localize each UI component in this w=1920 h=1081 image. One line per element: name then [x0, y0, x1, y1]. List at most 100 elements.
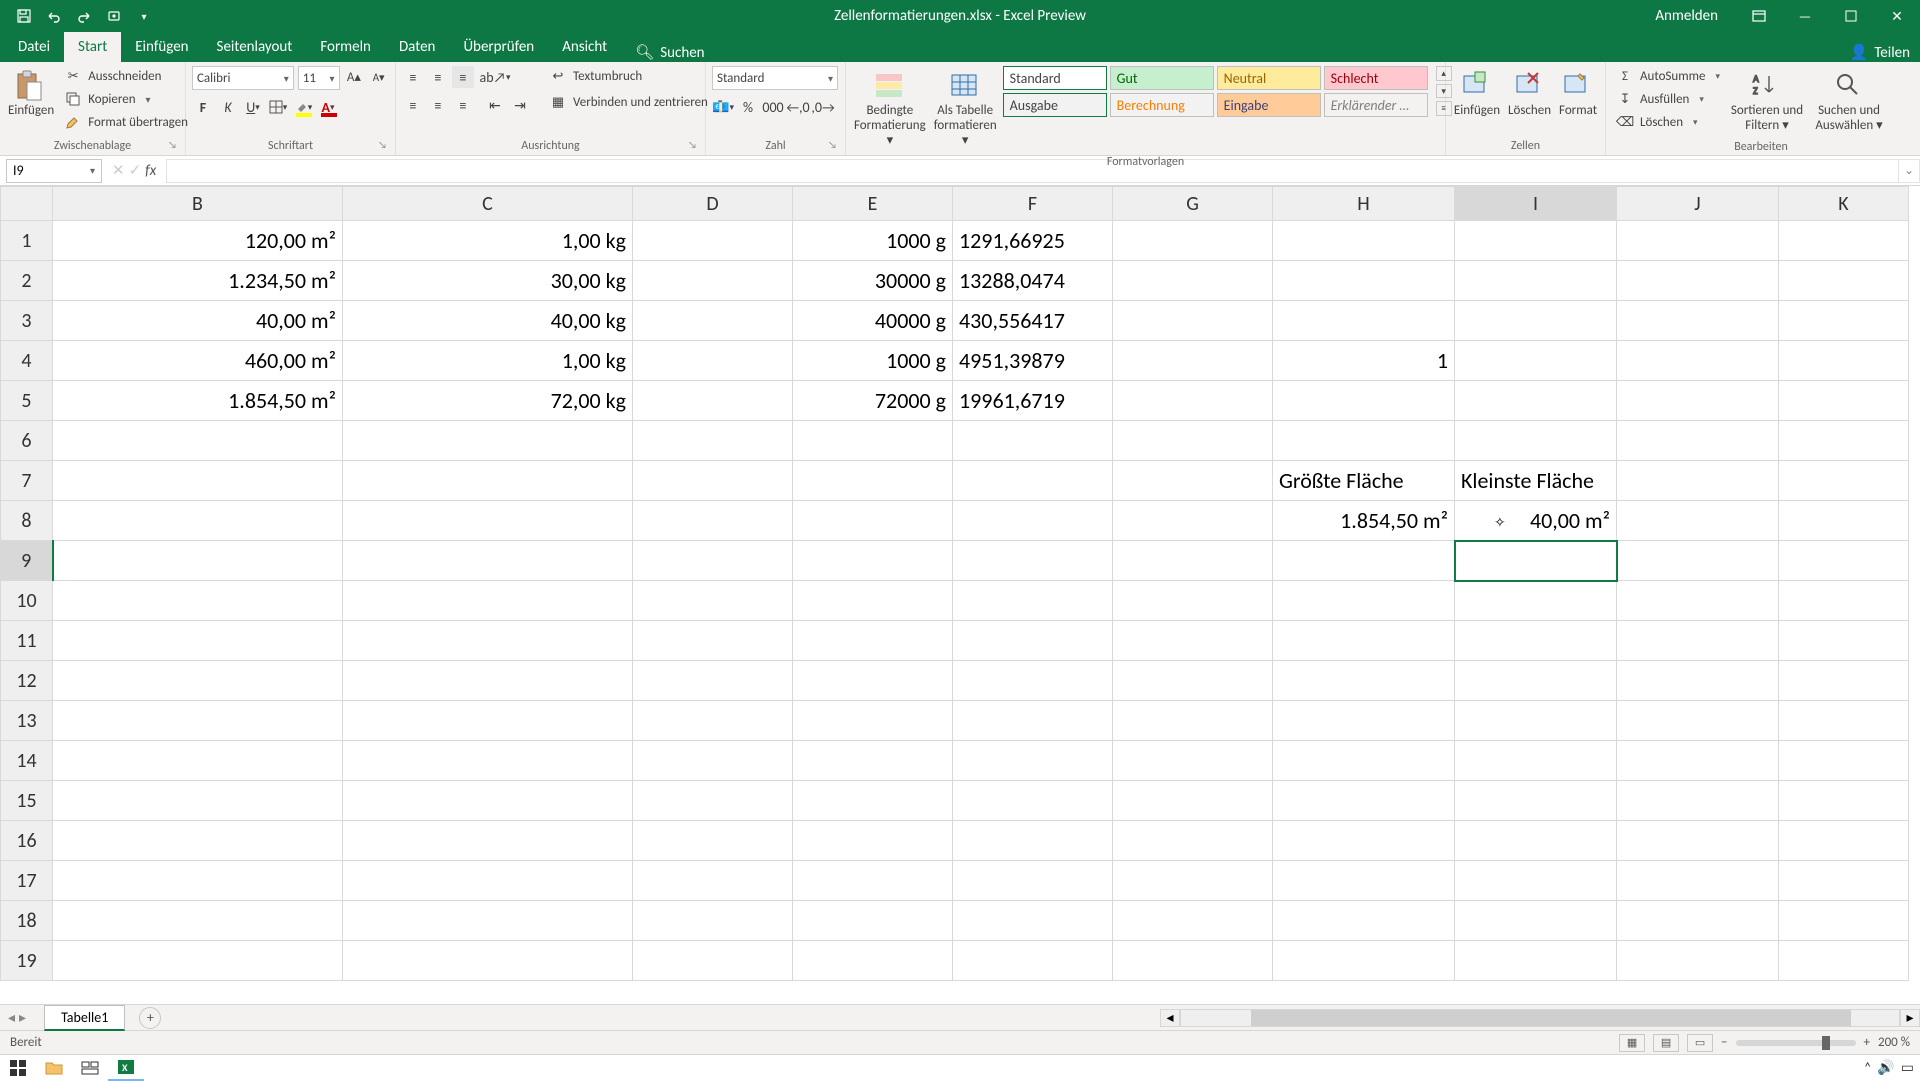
cell-K13[interactable] [1779, 701, 1909, 741]
copy-button[interactable]: Kopieren▾ [60, 89, 192, 109]
normal-view-icon[interactable]: ▦ [1619, 1034, 1645, 1052]
row-header-3[interactable]: 3 [1, 301, 53, 341]
cell-B1[interactable]: 120,00 m² [53, 221, 343, 261]
cell-D11[interactable] [633, 621, 793, 661]
cell-G1[interactable] [1113, 221, 1273, 261]
cell-C19[interactable] [343, 941, 633, 981]
row-header-7[interactable]: 7 [1, 461, 53, 501]
format-as-table-button[interactable]: Als Tabelleformatieren ▾ [932, 66, 999, 153]
orientation-icon[interactable]: ab↗▾ [484, 66, 506, 88]
cell-D17[interactable] [633, 861, 793, 901]
cell-J19[interactable] [1617, 941, 1779, 981]
cell-J18[interactable] [1617, 901, 1779, 941]
tab-layout[interactable]: Seitenlayout [203, 32, 307, 62]
font-size-select[interactable]: 11▾ [298, 66, 340, 90]
share-button[interactable]: Teilen [1874, 44, 1910, 62]
shrink-font-icon[interactable]: A▾ [368, 66, 389, 88]
cell-F14[interactable] [953, 741, 1113, 781]
cell-J2[interactable] [1617, 261, 1779, 301]
row-header-15[interactable]: 15 [1, 781, 53, 821]
cell-G9[interactable] [1113, 541, 1273, 581]
cell-F17[interactable] [953, 861, 1113, 901]
clear-button[interactable]: ⌫Löschen▾ [1612, 112, 1724, 132]
search-box[interactable]: 🔍︎ Suchen [621, 43, 718, 62]
cell-E9[interactable] [793, 541, 953, 581]
style-good[interactable]: Gut [1110, 66, 1214, 90]
cell-C14[interactable] [343, 741, 633, 781]
cell-C18[interactable] [343, 901, 633, 941]
cell-I10[interactable] [1455, 581, 1617, 621]
ribbon-display-icon[interactable] [1736, 0, 1782, 32]
add-sheet-button[interactable]: + [139, 1007, 161, 1029]
cell-G15[interactable] [1113, 781, 1273, 821]
zoom-slider[interactable] [1736, 1040, 1856, 1046]
cell-J7[interactable] [1617, 461, 1779, 501]
tab-insert[interactable]: Einfügen [121, 32, 202, 62]
format-cells-button[interactable]: Format [1557, 66, 1599, 123]
cell-I7[interactable]: Kleinste Fläche [1455, 461, 1617, 501]
cell-H9[interactable] [1273, 541, 1455, 581]
wrap-text-button[interactable]: ↩Textumbruch [545, 66, 726, 86]
cell-D18[interactable] [633, 901, 793, 941]
style-input[interactable]: Eingabe [1217, 93, 1321, 117]
cell-F5[interactable]: 19961,6719 [953, 381, 1113, 421]
cell-I11[interactable] [1455, 621, 1617, 661]
qat-more-icon[interactable]: ▾ [130, 2, 158, 30]
cell-G8[interactable] [1113, 501, 1273, 541]
tray-chevron-icon[interactable]: ˄ [1864, 1059, 1872, 1076]
cell-C13[interactable] [343, 701, 633, 741]
cell-D14[interactable] [633, 741, 793, 781]
cell-D9[interactable] [633, 541, 793, 581]
row-header-17[interactable]: 17 [1, 861, 53, 901]
cell-K9[interactable] [1779, 541, 1909, 581]
launcher-icon[interactable]: ↘ [378, 138, 387, 151]
spreadsheet-grid[interactable]: BCDEFGHIJK1120,00 m²1,00 kg1000 g1291,66… [0, 186, 1920, 1004]
cell-K16[interactable] [1779, 821, 1909, 861]
cell-I13[interactable] [1455, 701, 1617, 741]
col-header-J[interactable]: J [1617, 187, 1779, 221]
cell-G14[interactable] [1113, 741, 1273, 781]
sort-filter-button[interactable]: AZSortieren undFiltern ▾ [1728, 66, 1806, 138]
accounting-icon[interactable]: 💶▾ [712, 96, 734, 118]
cell-E18[interactable] [793, 901, 953, 941]
format-painter-button[interactable]: Format übertragen [60, 112, 192, 132]
cell-G17[interactable] [1113, 861, 1273, 901]
cell-D8[interactable] [633, 501, 793, 541]
expand-formula-icon[interactable]: ⌄ [1898, 159, 1920, 183]
cell-F1[interactable]: 1291,66925 [953, 221, 1113, 261]
cell-I16[interactable] [1455, 821, 1617, 861]
number-format-select[interactable]: Standard▾ [712, 66, 838, 90]
cell-J4[interactable] [1617, 341, 1779, 381]
cell-H19[interactable] [1273, 941, 1455, 981]
delete-cells-button[interactable]: Löschen [1506, 66, 1553, 123]
row-header-2[interactable]: 2 [1, 261, 53, 301]
cell-C12[interactable] [343, 661, 633, 701]
cell-J8[interactable] [1617, 501, 1779, 541]
tray-network-icon[interactable]: ▭ [1901, 1059, 1914, 1076]
cell-C6[interactable] [343, 421, 633, 461]
cell-I15[interactable] [1455, 781, 1617, 821]
conditional-formatting-button[interactable]: BedingteFormatierung ▾ [852, 66, 928, 153]
row-header-11[interactable]: 11 [1, 621, 53, 661]
cell-D10[interactable] [633, 581, 793, 621]
cell-F8[interactable] [953, 501, 1113, 541]
tab-review[interactable]: Überprüfen [449, 32, 548, 62]
sign-in-link[interactable]: Anmelden [1637, 7, 1736, 25]
prev-sheet-icon[interactable]: ◂ [8, 1009, 15, 1026]
launcher-icon[interactable]: ↘ [688, 138, 697, 151]
cell-F16[interactable] [953, 821, 1113, 861]
cell-E6[interactable] [793, 421, 953, 461]
align-middle-icon[interactable]: ≡ [427, 66, 449, 88]
align-bottom-icon[interactable]: ≡ [452, 66, 474, 88]
cell-E3[interactable]: 40000 g [793, 301, 953, 341]
cell-K4[interactable] [1779, 341, 1909, 381]
cell-B16[interactable] [53, 821, 343, 861]
cell-E17[interactable] [793, 861, 953, 901]
cell-D4[interactable] [633, 341, 793, 381]
row-header-16[interactable]: 16 [1, 821, 53, 861]
cell-J9[interactable] [1617, 541, 1779, 581]
page-break-view-icon[interactable]: ▭ [1687, 1034, 1713, 1052]
cell-D19[interactable] [633, 941, 793, 981]
col-header-D[interactable]: D [633, 187, 793, 221]
decrease-decimal-icon[interactable]: ,0→ [812, 96, 834, 118]
